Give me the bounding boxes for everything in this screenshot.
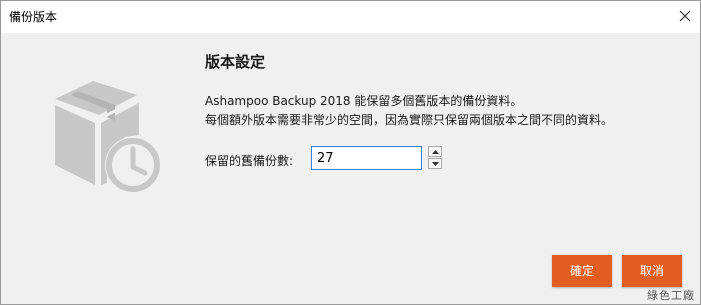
close-icon (679, 10, 691, 22)
spin-down-button[interactable] (428, 158, 442, 169)
close-button[interactable] (672, 1, 700, 31)
description-line-1: Ashampoo Backup 2018 能保留多個舊版本的備份資料。 (205, 94, 523, 108)
description-line-2: 每個額外版本需要非常少的空間，因為實際只保留兩個版本之間不同的資料。 (205, 113, 614, 127)
box-clock-icon (54, 81, 161, 193)
backup-count-input[interactable] (311, 146, 422, 170)
arrow-up-icon (432, 150, 439, 154)
spin-up-button[interactable] (428, 146, 442, 157)
arrow-down-icon (432, 162, 439, 166)
title-bar: 備份版本 (1, 1, 700, 33)
window-title: 備份版本 (9, 10, 58, 24)
backup-count-spinner (428, 146, 442, 170)
backup-count-label: 保留的舊備份數: (205, 154, 294, 168)
section-heading: 版本設定 (205, 53, 266, 71)
watermark-text: 綠色工廠 (647, 289, 695, 302)
cancel-button[interactable]: 取消 (622, 255, 682, 287)
dialog-content: 版本設定 Ashampoo Backup 2018 能保留多個舊版本的備份資料。… (1, 33, 700, 304)
ok-button[interactable]: 確定 (552, 255, 612, 287)
dialog-window: 備份版本 版本設定 Ashampoo Backup 2018 能保留多個舊版本的… (0, 0, 701, 305)
description-text: Ashampoo Backup 2018 能保留多個舊版本的備份資料。 每個額外… (205, 92, 613, 130)
